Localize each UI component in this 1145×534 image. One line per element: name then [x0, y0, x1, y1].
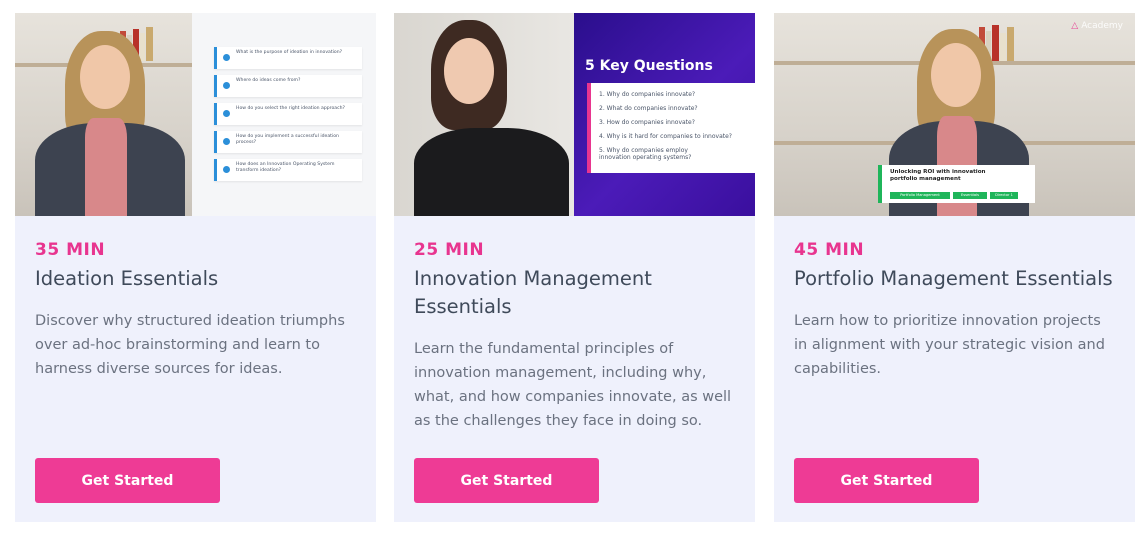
questions-panel: What is the purpose of ideation in innov… — [192, 13, 376, 216]
triangle-icon: △ — [1071, 21, 1079, 31]
banner-title: Unlocking ROI with innovation portfolio … — [890, 169, 986, 182]
bullet-icon — [223, 166, 230, 173]
question-item: How does an Innovation Operating System … — [214, 159, 362, 181]
question-item: How do you select the right ideation app… — [214, 103, 362, 125]
panel-heading: 5 Key Questions — [585, 58, 713, 74]
get-started-button[interactable]: Get Started — [794, 458, 979, 503]
course-title: Innovation Management Essentials — [414, 267, 652, 318]
course-duration: 45 MIN — [794, 240, 865, 260]
question-item: How do you implement a successful ideati… — [214, 131, 362, 153]
question-item: 4. Why is it hard for companies to innov… — [599, 133, 732, 140]
course-description: Discover why structured ideation triumph… — [35, 313, 345, 377]
course-thumbnail-video[interactable]: 5 Key Questions 1. Why do companies inno… — [394, 13, 755, 216]
course-card-portfolio-management: △ Academy Unlocking ROI with innovation p… — [774, 13, 1135, 522]
tag: Director 1 — [990, 192, 1018, 199]
tag: Essentials — [953, 192, 987, 199]
course-thumbnail-video[interactable]: △ Academy Unlocking ROI with innovation p… — [774, 13, 1135, 216]
academy-logo: △ Academy — [1071, 21, 1123, 31]
question-item: Where do ideas come from? — [214, 75, 362, 97]
course-duration: 25 MIN — [414, 240, 485, 260]
presenter-image — [35, 23, 185, 216]
course-card-innovation-management: 5 Key Questions 1. Why do companies inno… — [394, 13, 755, 522]
bullet-icon — [223, 138, 230, 145]
bullet-icon — [223, 82, 230, 89]
question-item: 5. Why do companies employ innovation op… — [599, 147, 692, 161]
course-thumbnail-video[interactable]: What is the purpose of ideation in innov… — [15, 13, 376, 216]
course-description: Learn the fundamental principles of inno… — [414, 341, 732, 429]
course-card-ideation: What is the purpose of ideation in innov… — [15, 13, 376, 522]
question-item: What is the purpose of ideation in innov… — [214, 47, 362, 69]
lower-third-banner: Unlocking ROI with innovation portfolio … — [878, 165, 1035, 203]
bullet-icon — [223, 110, 230, 117]
tag: Portfolio Management — [890, 192, 950, 199]
get-started-button[interactable]: Get Started — [35, 458, 220, 503]
get-started-button[interactable]: Get Started — [414, 458, 599, 503]
question-item: 2. What do companies innovate? — [599, 105, 698, 112]
presenter-image — [409, 18, 574, 216]
course-title: Ideation Essentials — [35, 267, 219, 290]
course-title: Portfolio Management Essentials — [794, 267, 1113, 290]
question-item: 3. How do companies innovate? — [599, 119, 695, 126]
key-questions-panel: 5 Key Questions 1. Why do companies inno… — [574, 13, 755, 216]
question-item: 1. Why do companies innovate? — [599, 91, 696, 98]
course-duration: 35 MIN — [35, 240, 106, 260]
bullet-icon — [223, 54, 230, 61]
course-description: Learn how to prioritize innovation proje… — [794, 313, 1105, 377]
